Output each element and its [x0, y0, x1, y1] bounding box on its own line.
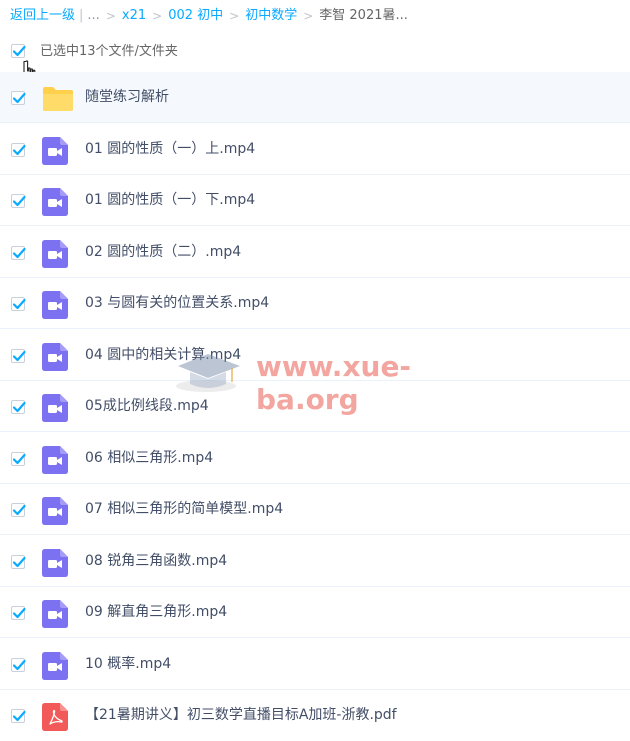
breadcrumb-ellipsis[interactable]: ...: [87, 6, 99, 26]
checkmark-icon: [12, 195, 26, 207]
checkmark-icon: [12, 247, 26, 258]
chevron-right-icon: >: [229, 9, 240, 23]
chevron-right-icon: >: [152, 9, 163, 23]
selection-bar: 已选中13个文件/文件夹: [0, 38, 630, 66]
list-item[interactable]: 09 解直角三角形.mp4: [0, 587, 630, 638]
checkmark-icon: [12, 504, 26, 516]
list-item[interactable]: 01 圆的性质（一）上.mp4: [0, 124, 630, 175]
row-checkbox[interactable]: [11, 503, 26, 517]
checkmark-icon: [12, 556, 26, 567]
file-name[interactable]: 01 圆的性质（一）下.mp4: [85, 190, 255, 210]
list-item[interactable]: 03 与圆有关的位置关系.mp4: [0, 278, 630, 329]
row-checkbox[interactable]: [11, 451, 26, 466]
list-item[interactable]: 04 圆中的相关计算.mp4: [0, 330, 630, 381]
row-checkbox[interactable]: [11, 709, 26, 723]
breadcrumb-item-middle-school[interactable]: 002 初中: [168, 6, 223, 26]
chevron-right-icon: >: [105, 9, 116, 23]
row-checkbox[interactable]: [11, 348, 26, 363]
checkmark-icon: [12, 453, 26, 464]
video-icon: [42, 445, 68, 474]
chevron-right-icon: >: [303, 9, 314, 23]
row-checkbox[interactable]: [11, 297, 26, 311]
pdf-icon: [42, 703, 68, 731]
row-checkbox[interactable]: [11, 657, 26, 672]
file-name[interactable]: 02 圆的性质（二）.mp4: [85, 242, 241, 262]
video-icon: [42, 651, 68, 680]
list-item[interactable]: 01 圆的性质（一）下.mp4: [0, 175, 630, 226]
checkmark-icon: [12, 92, 26, 104]
video-icon: [42, 136, 68, 165]
file-name[interactable]: 07 相似三角形的简单模型.mp4: [85, 499, 283, 519]
list-item[interactable]: 【21暑期讲义】初三数学直播目标A加班-浙教.pdf: [0, 690, 630, 741]
checkmark-icon: [12, 298, 26, 310]
list-item[interactable]: 02 圆的性质（二）.mp4: [0, 227, 630, 278]
video-icon: [42, 497, 68, 525]
file-name[interactable]: 06 相似三角形.mp4: [85, 448, 213, 468]
row-checkbox[interactable]: [11, 91, 26, 105]
list-item[interactable]: 08 锐角三角函数.mp4: [0, 536, 630, 587]
list-item[interactable]: 05成比例线段.mp4: [0, 381, 630, 432]
checkmark-icon: [12, 607, 26, 619]
video-icon: [42, 239, 68, 268]
file-name[interactable]: 10 概率.mp4: [85, 654, 171, 674]
file-name[interactable]: 01 圆的性质（一）上.mp4: [85, 139, 255, 159]
video-icon: [42, 548, 68, 577]
breadcrumb-current: 李智 2021暑...: [319, 8, 408, 23]
row-checkbox[interactable]: [11, 606, 26, 620]
checkmark-icon: [12, 45, 26, 57]
file-name[interactable]: 随堂练习解析: [85, 87, 169, 107]
file-name[interactable]: 【21暑期讲义】初三数学直播目标A加班-浙教.pdf: [85, 705, 397, 725]
checkmark-icon: [12, 710, 26, 722]
folder-icon: [43, 87, 73, 111]
back-link[interactable]: 返回上一级: [10, 6, 75, 26]
row-checkbox[interactable]: [11, 142, 26, 157]
list-item[interactable]: 10 概率.mp4: [0, 639, 630, 690]
video-icon: [42, 291, 68, 319]
breadcrumb-divider: |: [79, 8, 84, 23]
breadcrumb-item-math[interactable]: 初中数学: [245, 6, 297, 26]
breadcrumb: 返回上一级 | ... > x21 > 002 初中 > 初中数学 > 李智 2…: [10, 6, 408, 26]
checkmark-icon: [12, 401, 26, 413]
list-item[interactable]: 随堂练习解析: [0, 72, 630, 123]
file-name[interactable]: 09 解直角三角形.mp4: [85, 602, 227, 622]
row-checkbox[interactable]: [11, 400, 26, 414]
list-item[interactable]: 07 相似三角形的简单模型.mp4: [0, 484, 630, 535]
video-icon: [42, 188, 68, 216]
video-icon: [42, 394, 68, 422]
file-name[interactable]: 04 圆中的相关计算.mp4: [85, 345, 241, 365]
file-name[interactable]: 05成比例线段.mp4: [85, 396, 209, 416]
checkmark-icon: [12, 144, 26, 155]
checkmark-icon: [12, 350, 26, 361]
breadcrumb-item-x21[interactable]: x21: [122, 6, 146, 26]
row-checkbox[interactable]: [11, 245, 26, 260]
selection-count: 已选中13个文件/文件夹: [40, 44, 178, 59]
video-icon: [42, 600, 68, 628]
select-all-checkbox[interactable]: [11, 44, 26, 58]
row-checkbox[interactable]: [11, 554, 26, 569]
video-icon: [42, 342, 68, 371]
row-checkbox[interactable]: [11, 194, 26, 208]
file-name[interactable]: 08 锐角三角函数.mp4: [85, 551, 227, 571]
file-name[interactable]: 03 与圆有关的位置关系.mp4: [85, 293, 269, 313]
checkmark-icon: [12, 659, 26, 670]
list-item[interactable]: 06 相似三角形.mp4: [0, 433, 630, 484]
